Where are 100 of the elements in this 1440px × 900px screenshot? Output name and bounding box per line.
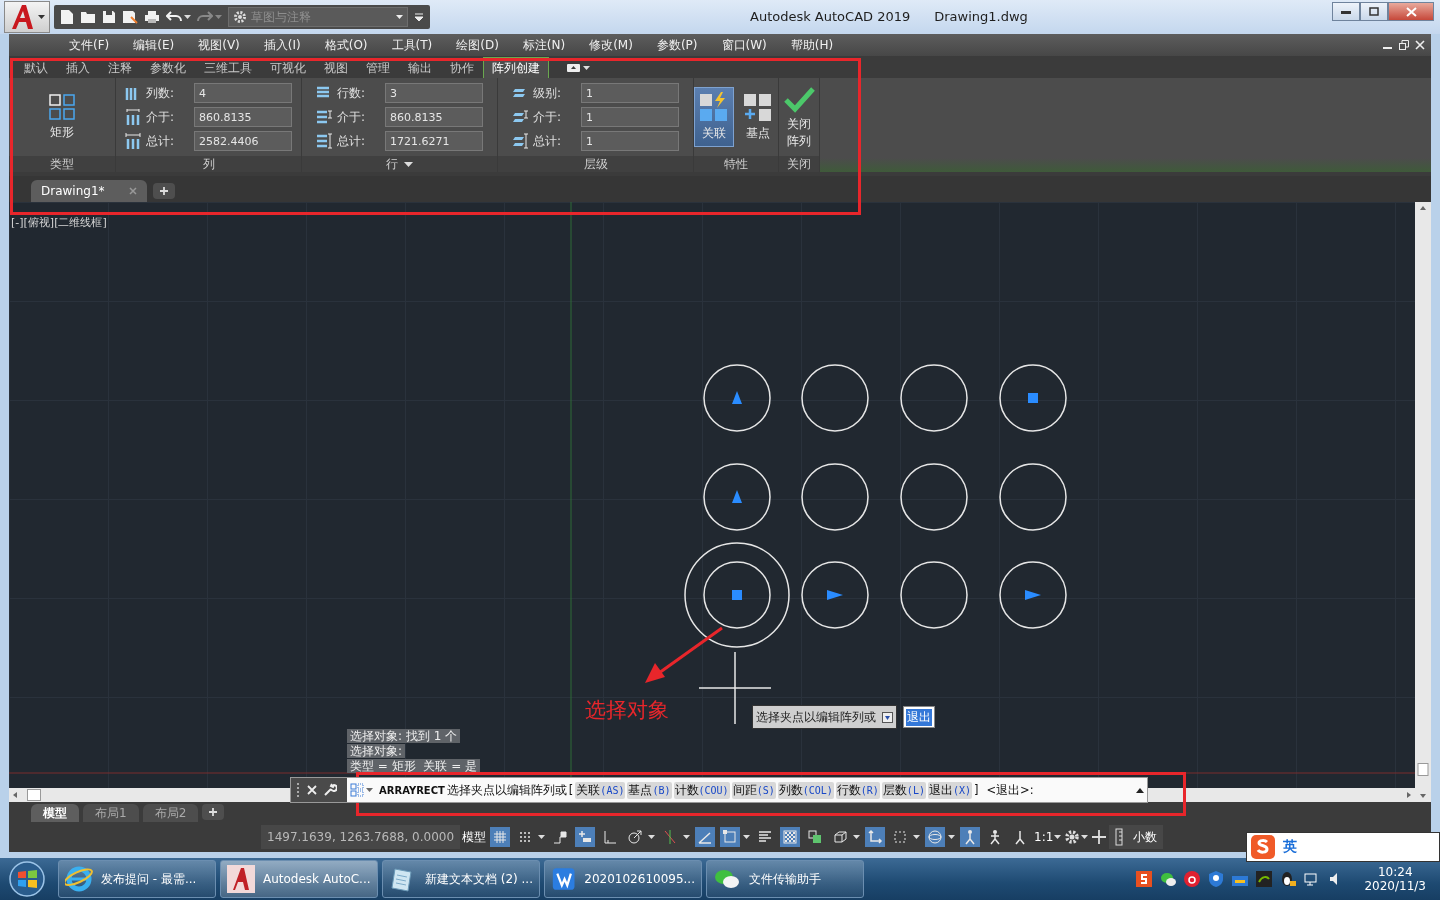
ribbon-tab[interactable]: 视图 bbox=[315, 57, 357, 78]
option-chip[interactable]: 关联(AS) bbox=[575, 781, 626, 799]
menu-item[interactable]: 编辑(E) bbox=[121, 36, 187, 54]
penguin-icon[interactable] bbox=[1280, 871, 1297, 887]
square-grip[interactable] bbox=[1028, 393, 1038, 403]
ime-logo-icon[interactable] bbox=[1251, 835, 1275, 859]
layout-tab[interactable]: 布局1 bbox=[83, 804, 139, 822]
model-button[interactable]: 模型 bbox=[461, 825, 488, 849]
menu-item[interactable]: 参数(P) bbox=[644, 36, 710, 54]
clock[interactable]: 10:24 2020/11/3 bbox=[1364, 865, 1426, 893]
new-tab-button[interactable] bbox=[152, 183, 175, 199]
shield-icon[interactable] bbox=[1208, 871, 1225, 887]
close-array-button[interactable]: 关闭阵列 bbox=[778, 80, 820, 154]
dropdown-icon[interactable] bbox=[882, 711, 893, 723]
taskbar-button[interactable]: 2020102610095... bbox=[544, 860, 702, 898]
toggle-button[interactable] bbox=[923, 826, 958, 848]
taskbar-button[interactable]: 新建文本文档 (2) ... bbox=[382, 860, 540, 898]
triangle-grip[interactable] bbox=[732, 391, 742, 404]
layout-tab[interactable]: 布局2 bbox=[142, 804, 199, 822]
close-button[interactable] bbox=[1388, 2, 1434, 21]
grip-icon[interactable] bbox=[297, 782, 301, 798]
scroll-thumb[interactable] bbox=[1417, 763, 1429, 776]
taskbar-button[interactable]: 发布提问 - 最需... bbox=[58, 860, 216, 898]
menu-item[interactable]: 窗口(W) bbox=[709, 36, 779, 54]
redo-icon[interactable] bbox=[197, 11, 213, 23]
scale-button[interactable]: 1:1 bbox=[1033, 825, 1063, 849]
gear-icon[interactable] bbox=[1064, 829, 1081, 845]
ime-icon[interactable] bbox=[1136, 871, 1153, 887]
number-field[interactable]: 1 bbox=[581, 131, 679, 151]
chat-icon[interactable] bbox=[1160, 871, 1177, 887]
ribbon-tab[interactable]: 注释 bbox=[99, 57, 141, 78]
printer-icon[interactable] bbox=[144, 10, 160, 24]
rectangular-array-button[interactable]: 矩形 bbox=[43, 88, 81, 146]
ribbon-tab[interactable]: 管理 bbox=[357, 57, 399, 78]
ribbon-tab[interactable]: 输出 bbox=[399, 57, 441, 78]
menu-item[interactable]: 标注(N) bbox=[510, 36, 578, 54]
option-chip[interactable]: 计数(COU) bbox=[673, 781, 730, 799]
ribbon-tab[interactable]: 插入 bbox=[57, 57, 99, 78]
toggle-button[interactable] bbox=[718, 826, 753, 848]
layout-tab[interactable]: 模型 bbox=[31, 804, 79, 822]
number-field[interactable]: 3 bbox=[385, 83, 483, 103]
minimize-button[interactable] bbox=[1332, 2, 1360, 21]
new-file-icon[interactable] bbox=[60, 9, 74, 25]
ribbon-tab[interactable]: 协作 bbox=[441, 57, 483, 78]
customize-icon[interactable] bbox=[414, 12, 424, 22]
triangle-grip[interactable] bbox=[827, 590, 843, 600]
menu-item[interactable]: 修改(M) bbox=[577, 36, 645, 54]
triangle-grip[interactable] bbox=[732, 490, 742, 503]
number-field[interactable]: 1 bbox=[581, 107, 679, 127]
option-chip[interactable]: 行数(R) bbox=[835, 781, 880, 799]
input-mode[interactable]: 英 bbox=[1283, 838, 1297, 856]
ribbon-tab[interactable]: 三维工具 bbox=[195, 57, 261, 78]
maximize-button[interactable] bbox=[1360, 2, 1388, 21]
taskbar-button[interactable]: 文件传输助手 bbox=[706, 860, 864, 898]
ribbon-tab[interactable]: 参数化 bbox=[141, 57, 195, 78]
menu-item[interactable]: 帮助(H) bbox=[778, 36, 846, 54]
ribbon-tab[interactable]: 阵列创建 bbox=[483, 57, 549, 78]
input-field[interactable]: 退出 bbox=[903, 706, 935, 728]
caret-icon[interactable] bbox=[404, 161, 413, 167]
option-chip[interactable]: 基点(B) bbox=[627, 781, 672, 799]
restore-icon[interactable] bbox=[1399, 40, 1409, 50]
option-chip[interactable]: 列数(COL) bbox=[777, 781, 834, 799]
panel-toggle-button[interactable] bbox=[567, 62, 590, 74]
music-icon[interactable] bbox=[1184, 871, 1201, 887]
menu-item[interactable]: 视图(V) bbox=[186, 36, 252, 54]
number-field[interactable]: 860.8135 bbox=[385, 107, 483, 127]
command-icon[interactable] bbox=[350, 783, 364, 797]
number-field[interactable]: 1 bbox=[581, 83, 679, 103]
horizontal-scrollbar[interactable] bbox=[9, 788, 290, 802]
number-field[interactable]: 4 bbox=[194, 83, 292, 103]
new-layout-button[interactable] bbox=[202, 804, 225, 820]
square-grip[interactable] bbox=[732, 590, 742, 600]
menu-item[interactable]: 工具(T) bbox=[379, 36, 445, 54]
ribbon-tab[interactable]: 默认 bbox=[15, 57, 57, 78]
taskbar-button[interactable]: Autodesk AutoC... bbox=[220, 860, 378, 898]
wrench-icon[interactable] bbox=[323, 783, 337, 797]
number-field[interactable]: 2582.4406 bbox=[194, 131, 292, 151]
undo-icon[interactable] bbox=[166, 11, 182, 23]
triangle-grip[interactable] bbox=[1025, 590, 1041, 600]
plus-icon[interactable] bbox=[1091, 829, 1108, 845]
number-field[interactable]: 1721.6271 bbox=[385, 131, 483, 151]
base-point-button[interactable]: 基点 bbox=[738, 87, 778, 147]
folder-icon[interactable] bbox=[80, 10, 96, 24]
ribbon-tab[interactable]: 可视化 bbox=[261, 57, 315, 78]
application-menu-button[interactable] bbox=[4, 1, 50, 33]
menu-item[interactable]: 插入(I) bbox=[251, 36, 313, 54]
menu-item[interactable]: 格式(O) bbox=[312, 36, 380, 54]
associative-button[interactable]: 关联 bbox=[694, 87, 734, 147]
scroll-thumb[interactable] bbox=[27, 789, 41, 801]
horizontal-scrollbar[interactable] bbox=[1148, 788, 1415, 802]
menu-item[interactable]: 文件(F) bbox=[57, 36, 122, 54]
option-chip[interactable]: 退出(X) bbox=[927, 781, 972, 799]
option-chip[interactable]: 层数(L) bbox=[881, 781, 926, 799]
option-chip[interactable]: 间距(S) bbox=[731, 781, 776, 799]
units-button[interactable]: 小数 bbox=[1109, 825, 1164, 849]
save-as-icon[interactable] bbox=[122, 10, 138, 24]
file-tab[interactable]: Drawing1* bbox=[31, 180, 147, 202]
vertical-scrollbar[interactable] bbox=[1415, 202, 1431, 802]
number-field[interactable]: 860.8135 bbox=[194, 107, 292, 127]
chip-icon[interactable] bbox=[1256, 871, 1273, 887]
